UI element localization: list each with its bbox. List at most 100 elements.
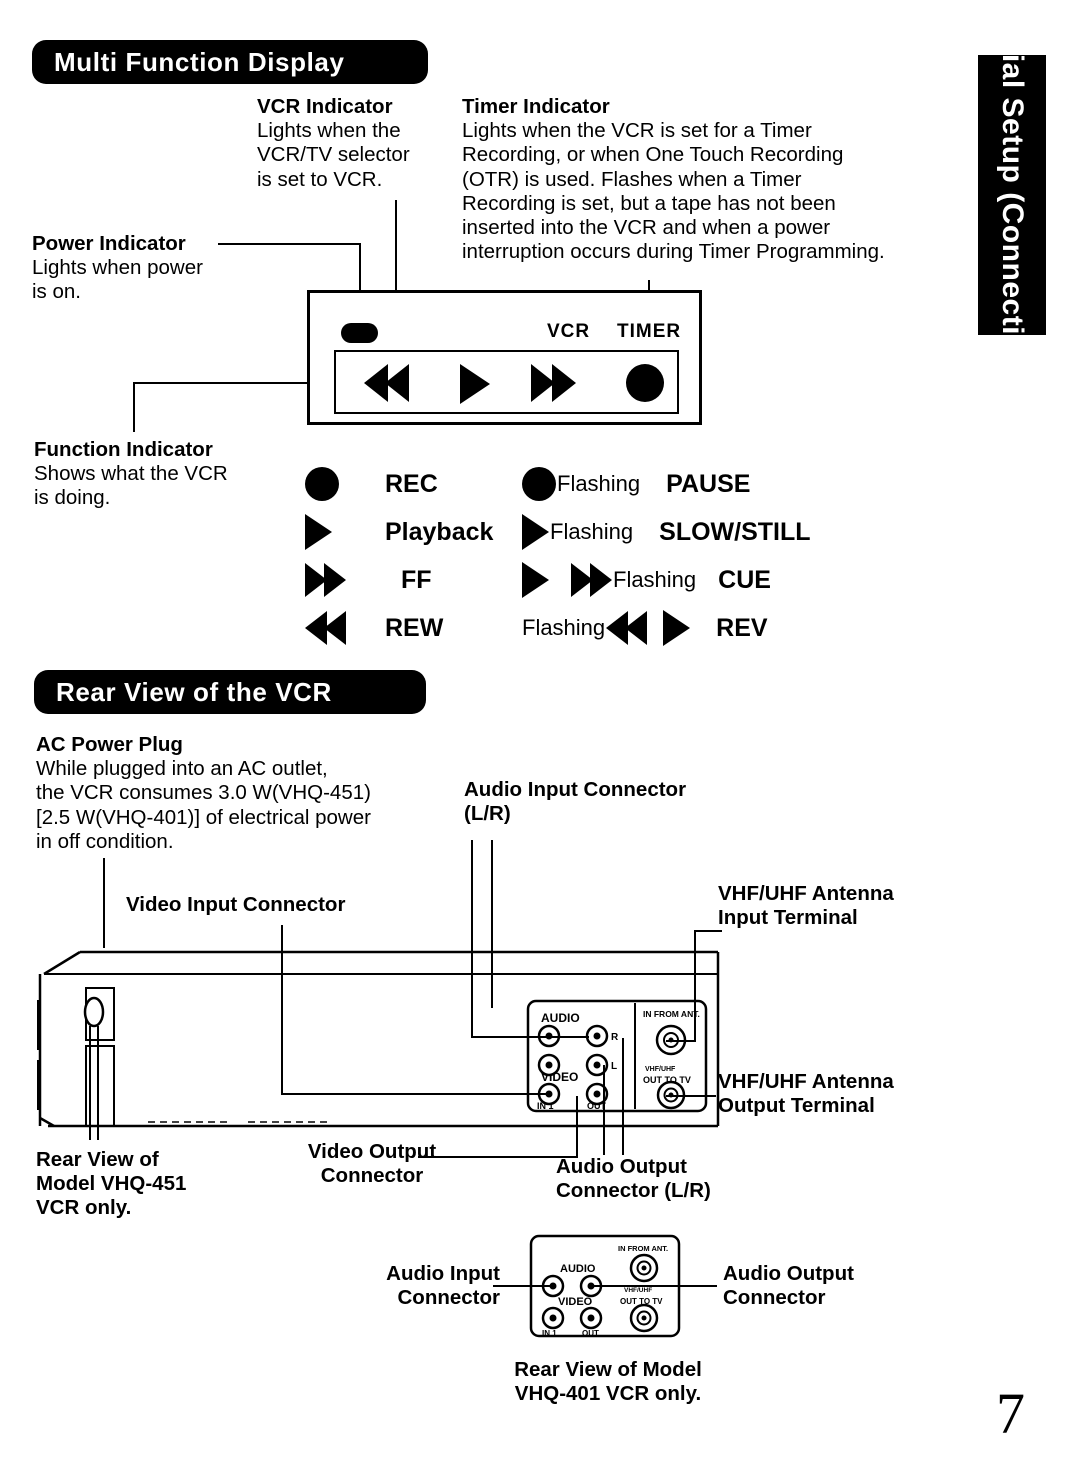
callout-audio-input-401-line-0: Audio Input (386, 1262, 500, 1285)
callout-timer-indicator-line-2: (OTR) is used. Flashes when a Timer (462, 167, 802, 191)
section-header-multi-function-display: Multi Function Display (32, 40, 428, 84)
fast-forward-double-icon-2 (324, 563, 346, 597)
callout-audio-output-401-line-0: Audio Output (723, 1262, 854, 1285)
callout-antenna-output-line-1: Output Terminal (718, 1094, 875, 1118)
callout-timer-indicator-line-3: Recording is set, but a tape has not bee… (462, 191, 836, 215)
callout-timer-indicator-line-0: Lights when the VCR is set for a Timer (462, 119, 812, 143)
callout-timer-indicator-line-5: interruption occurs during Timer Program… (462, 240, 885, 264)
callout-timer-indicator-line-4: inserted into the VCR and when a power (462, 215, 831, 239)
callout-antenna-input-line-0: VHF/UHF Antenna (718, 882, 894, 905)
callout-ac-power-plug: AC Power Plug While plugged into an AC o… (36, 733, 466, 854)
callout-rear-view-401: Rear View of Model VHQ-401 VCR only. (428, 1358, 788, 1406)
callout-audio-output-401-line-1: Connector (723, 1286, 826, 1310)
section-header-label: Multi Function Display (54, 46, 345, 77)
callout-audio-input-401-line-1: Connector (397, 1286, 501, 1310)
svg-text:AUDIO: AUDIO (560, 1263, 596, 1275)
callout-rear-view-451: Rear View of Model VHQ-451 VCR only. (36, 1148, 286, 1221)
callout-audio-output-401: Audio Output Connector (723, 1262, 943, 1310)
rewind-double-icon-rev-2 (625, 611, 648, 645)
side-tab-label: Initial Setup (Connection) (996, 6, 1029, 384)
side-tab-initial-setup: Initial Setup (Connection) (978, 7, 1046, 383)
callout-ac-power-plug-line-0: While plugged into an AC outlet, (36, 757, 328, 781)
callout-vcr-indicator-line-2: is set to VCR. (257, 167, 383, 191)
callout-function-indicator: Function Indicator Shows what the VCR is… (34, 438, 284, 511)
play-icon (460, 364, 490, 404)
callout-vcr-indicator-title: VCR Indicator (257, 95, 393, 118)
callout-rear-view-451-line-0: Rear View of (36, 1148, 159, 1171)
callout-video-output-451-line-1: Connector (320, 1164, 424, 1188)
legend-row-cue: Flashing CUE (522, 556, 942, 604)
leader-function-indicator-h (133, 382, 313, 384)
callout-antenna-output: VHF/UHF Antenna Output Terminal (718, 1070, 968, 1118)
legend-flashing-slow-still: Flashing (550, 519, 634, 544)
fast-forward-icon (531, 364, 576, 402)
panel-vcr-label: VCR (547, 321, 591, 342)
callout-video-input-451-line-0: Video Input Connector (126, 893, 346, 916)
legend-label-rec: REC (385, 469, 438, 498)
leader-video-output-v (576, 1096, 578, 1156)
leader-antenna-output-h (666, 1095, 716, 1097)
leader-video-input-451-h (281, 1093, 549, 1095)
callout-vcr-indicator-line-1: VCR/TV selector (257, 143, 410, 167)
legend-row-pause: Flashing PAUSE (522, 460, 942, 508)
legend-left-column: REC Playback FF REW (305, 460, 535, 652)
legend-row-slow-still: Flashing SLOW/STILL (522, 508, 942, 556)
legend-row-rew: REW (305, 604, 535, 652)
legend-row-playback: Playback (305, 508, 535, 556)
leader-power-indicator-h (218, 243, 361, 245)
leader-audio-output-v1 (603, 1065, 605, 1155)
svg-text:VHF/UHF: VHF/UHF (624, 1287, 652, 1294)
section-header-rear-label: Rear View of the VCR (56, 676, 332, 707)
legend-label-ff: FF (401, 565, 432, 594)
leader-antenna-input-h (694, 930, 722, 932)
callout-audio-output-451-line-1: Connector (L/R) (556, 1179, 711, 1203)
fast-forward-double-icon-cue-2 (590, 563, 612, 597)
leader-function-indicator-v (133, 382, 135, 432)
page-number: 7 (996, 1381, 1025, 1446)
section-header-rear-view: Rear View of the VCR (34, 670, 426, 714)
rear-connector-block-401: AUDIO VIDEO IN 1 OUT IN FROM ANT. VHF/UH… (529, 1234, 681, 1338)
svg-text:IN 1: IN 1 (542, 1329, 557, 1338)
svg-text:IN 1: IN 1 (537, 1101, 554, 1111)
legend-flashing-pause: Flashing (557, 471, 641, 496)
record-circle-icon-pause (522, 467, 556, 501)
legend-row-rec: REC (305, 460, 535, 508)
callout-video-input-451: Video Input Connector (126, 893, 416, 917)
leader-audio-input-401 (493, 1285, 553, 1287)
legend-label-playback: Playback (385, 517, 494, 546)
legend-label-cue: CUE (718, 565, 771, 594)
play-triangle-icon-cue (522, 562, 549, 598)
callout-rear-view-451-line-2: VCR only. (36, 1196, 132, 1220)
callout-ac-power-plug-line-1: the VCR consumes 3.0 W(VHQ-451) (36, 781, 371, 805)
legend-flashing-rev: Flashing (522, 615, 606, 640)
legend-flashing-cue: Flashing (613, 567, 697, 592)
leader-audio-input-451-a (471, 840, 473, 1038)
callout-function-indicator-line-0: Shows what the VCR (34, 462, 228, 486)
svg-text:IN FROM ANT.: IN FROM ANT. (643, 1009, 700, 1019)
callout-function-indicator-title: Function Indicator (34, 438, 213, 461)
svg-text:L: L (611, 1061, 617, 1072)
leader-audio-output-v2 (622, 1038, 624, 1155)
play-triangle-icon-slow (522, 514, 549, 550)
svg-text:R: R (611, 1032, 619, 1043)
play-triangle-icon-rev (663, 610, 691, 646)
callout-ac-power-plug-title: AC Power Plug (36, 733, 183, 756)
callout-vcr-indicator-line-0: Lights when the (257, 119, 401, 143)
function-indicator-window (334, 350, 679, 414)
leader-ac-power-plug (103, 858, 105, 948)
record-icon (626, 364, 664, 402)
callout-antenna-input: VHF/UHF Antenna Input Terminal (718, 882, 968, 930)
svg-text:AUDIO: AUDIO (541, 1011, 580, 1025)
record-circle-icon (305, 467, 339, 501)
legend-row-rev: Flashing REV (522, 604, 942, 652)
callout-audio-input-451-line-0: Audio Input Connector (464, 778, 687, 801)
legend-label-rev: REV (716, 613, 768, 642)
callout-power-indicator-line-1: is on. (32, 280, 81, 304)
callout-vcr-indicator: VCR Indicator Lights when the VCR/TV sel… (257, 95, 457, 192)
rear-connector-block-451: AUDIO VIDEO R L IN 1 OUT IN FROM ANT. VH… (526, 999, 708, 1113)
callout-timer-indicator: Timer Indicator Lights when the VCR is s… (462, 95, 962, 264)
callout-timer-indicator-line-1: Recording, or when One Touch Recording (462, 143, 844, 167)
callout-function-indicator-line-1: is doing. (34, 486, 111, 510)
callout-ac-power-plug-line-3: in off condition. (36, 829, 174, 853)
callout-antenna-input-line-1: Input Terminal (718, 906, 858, 930)
